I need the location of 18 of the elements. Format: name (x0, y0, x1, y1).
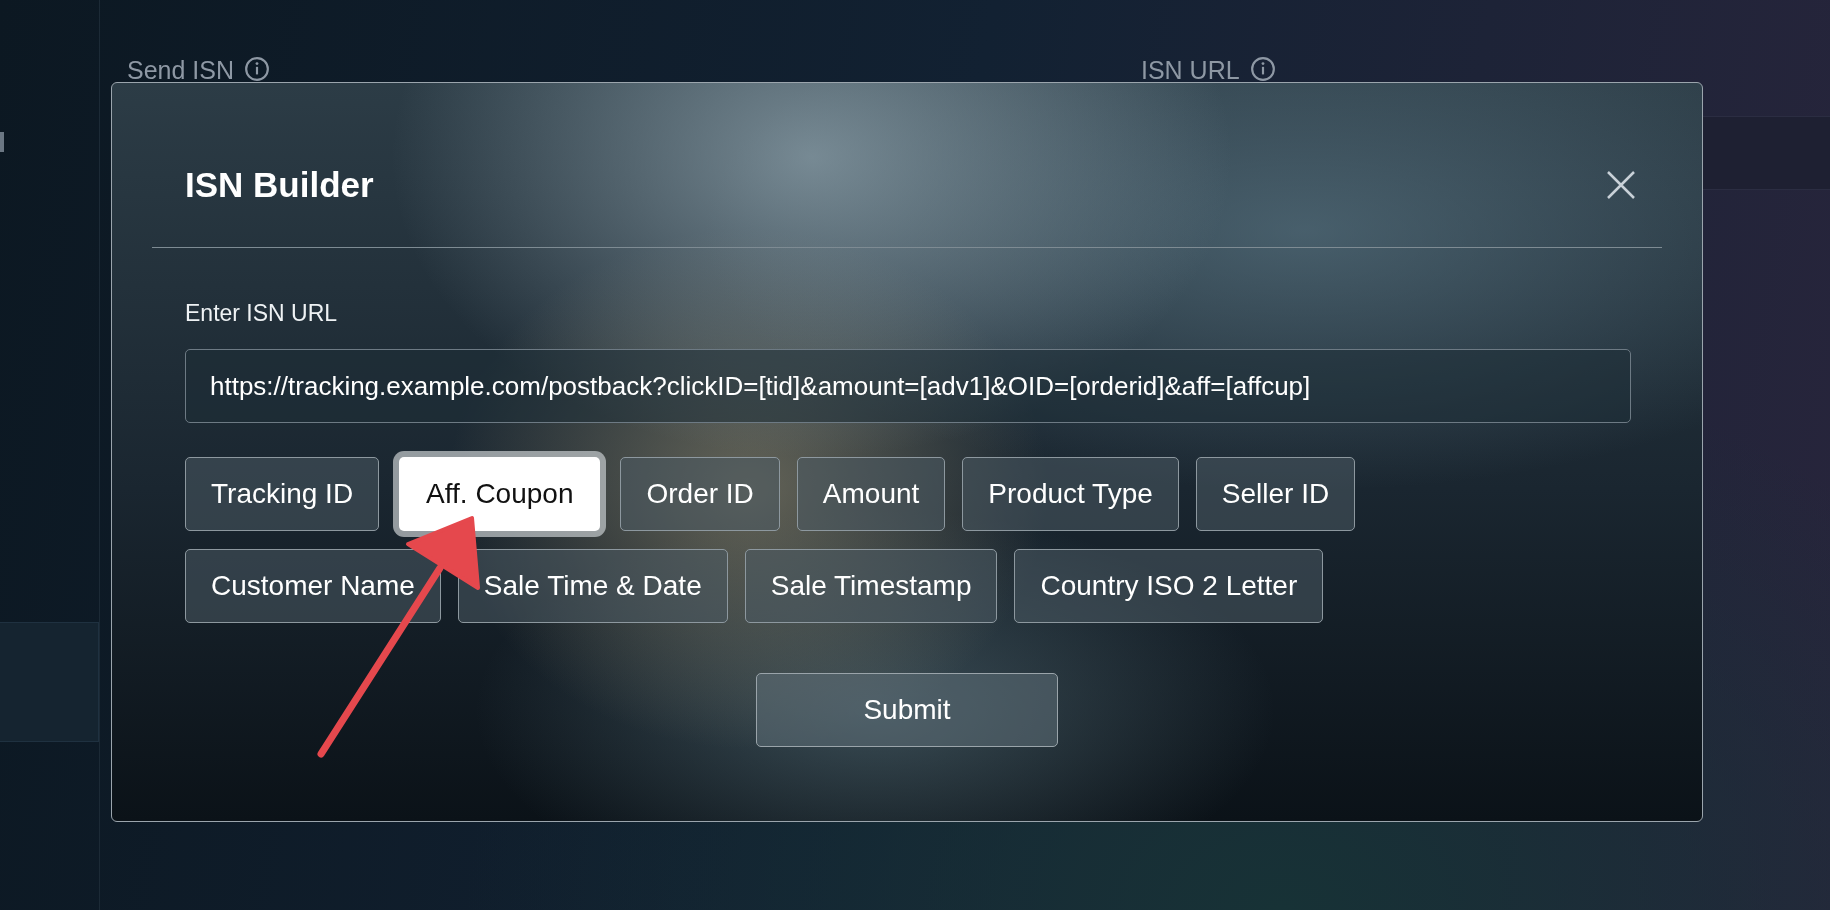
dialog-title: ISN Builder (185, 165, 374, 205)
submit-button[interactable]: Submit (756, 673, 1058, 747)
field-label: ISN URL (1141, 56, 1240, 85)
field-label: Send ISN (127, 56, 234, 85)
token-button[interactable]: Country ISO 2 Letter (1014, 549, 1324, 623)
token-button[interactable]: Product Type (962, 457, 1179, 531)
token-button[interactable]: Customer Name (185, 549, 441, 623)
token-button[interactable]: Sale Time & Date (457, 549, 728, 623)
close-icon[interactable] (1606, 170, 1636, 200)
info-icon[interactable] (244, 56, 270, 82)
token-button[interactable]: Order ID (620, 457, 780, 531)
token-button[interactable]: Seller ID (1195, 457, 1356, 531)
url-input[interactable]: https://tracking.example.com/postback?clickID=[tid]&amount=[adv1]&OID=[orderid]&aff=[affcup] (185, 349, 1631, 423)
token-button[interactable]: Tracking ID (185, 457, 380, 531)
info-icon[interactable] (1249, 56, 1276, 82)
token-button[interactable]: Sale Timestamp (744, 549, 998, 623)
token-button[interactable]: Amount (796, 457, 946, 531)
field-label: Enter ISN URL (185, 300, 339, 327)
